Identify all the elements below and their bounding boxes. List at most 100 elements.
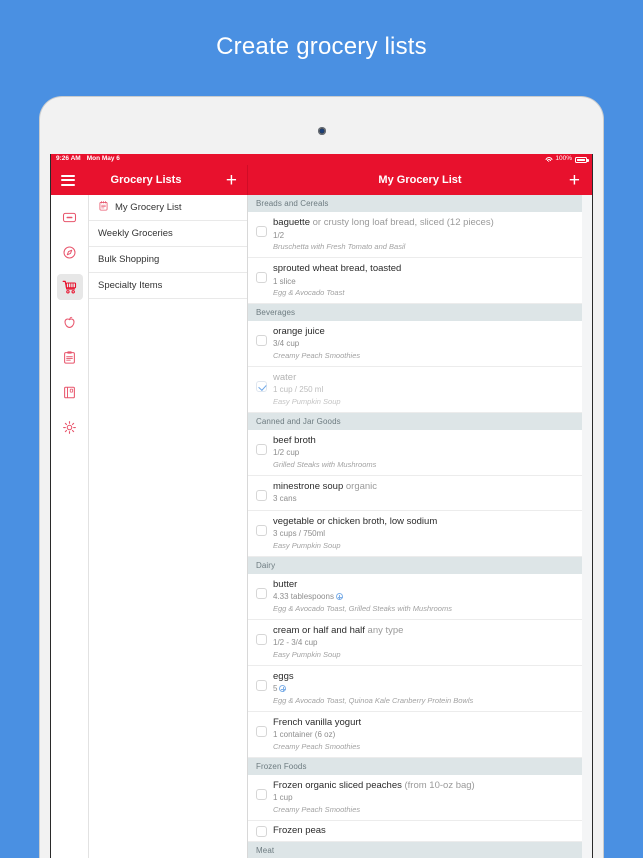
item-qualifier-text: or crusty long loaf bread, sliced (12 pi… [309,217,494,228]
grocery-item[interactable]: sprouted wheat bread, toasted 1 slice Egg … [248,258,592,304]
list-item-bulk-shopping[interactable]: Bulk Shopping [89,247,247,273]
grocery-item-text: cream or half and half any type 1/2 - 3/4… [273,625,584,660]
grocery-item[interactable]: vegetable or chicken broth, low sodium 3 … [248,511,592,557]
list-item-label: Weekly Groceries [98,228,173,239]
grocery-item-name: sprouted wheat bread, toasted [273,263,584,276]
quantity-text: 1/2 [273,230,285,240]
item-name-text: minestrone soup [273,480,344,492]
item-name-text: vegetable or chicken broth, low sodium [273,515,438,527]
grocery-list-panel[interactable]: Breads and Cereals baguette or crusty lon… [248,195,592,858]
add-quantity-icon[interactable] [335,593,343,601]
grocery-item-text: sprouted wheat bread, toasted 1 slice Egg … [273,263,584,298]
rail-item-clipboard-notes[interactable] [57,344,83,370]
item-qualifier-text: any type [364,624,404,636]
add-list-button[interactable]: + [226,171,237,190]
item-name-text: Frozen peas [273,824,326,836]
status-right-group: 100% [545,155,589,163]
checkbox-icon[interactable] [256,271,267,283]
grocery-item-recipe: Easy Pumpkin Soup [273,396,341,406]
grocery-item[interactable]: water 1 cup / 250 ml Easy Pumpkin Soup [248,367,592,413]
grocery-item-text: minestrone soup organic 3 cans [273,481,584,505]
lists-panel: My Grocery List Weekly Groceries Bulk Sh… [89,195,248,858]
grocery-item[interactable]: orange juice 3/4 cup Creamy Peach Smoothie… [248,321,592,367]
checkbox-icon[interactable] [256,725,267,737]
checkbox-icon[interactable] [256,679,267,691]
grocery-item[interactable]: Frozen peas [248,821,592,843]
checkbox-checked-icon[interactable] [256,380,267,392]
gear-icon [63,420,76,434]
grocery-item-name: orange juice [273,326,584,339]
grocery-item[interactable]: baguette or crusty long loaf bread, slic… [248,212,592,258]
add-item-button[interactable]: + [569,171,580,190]
section-header: Canned and Jar Goods [248,412,592,430]
grocery-item-recipe: Easy Pumpkin Soup [273,541,341,550]
list-item-weekly-groceries[interactable]: Weekly Groceries [89,221,247,247]
grocery-item[interactable]: minestrone soup organic 3 cans [248,476,592,511]
grocery-item-text: water 1 cup / 250 ml Easy Pumpkin Soup [273,372,584,407]
rail-item-coupon-card[interactable] [57,204,83,230]
quantity-text: 1 container (6 oz) [273,730,336,740]
checkbox-icon[interactable] [256,524,267,536]
quantity-text: 1 slice [273,276,296,286]
grocery-item-recipe: Egg & Avocado Toast, Grilled Steaks with… [273,603,452,613]
grocery-item-name: Frozen organic sliced peaches (from 10-o… [273,780,584,793]
page-title: Create grocery lists [216,33,427,60]
grocery-item-quantity: 1/2 - 3/4 cup [273,638,584,649]
recipe-book-icon [64,386,75,398]
tablet-frame: 9:26 AM Mon May 6 100% Grocery Lists + M… [40,97,603,858]
section-header: Beverages [248,303,592,321]
quantity-text: 3/4 cup [273,339,300,349]
grocery-item-recipe: Creamy Peach Smoothies [273,804,361,814]
list-item-my-grocery-list[interactable]: My Grocery List [89,195,247,221]
list-item-specialty-items[interactable]: Specialty Items [89,273,247,299]
battery-percent: 100% [555,155,572,163]
grocery-item-quantity: 1 cup / 250 ml [273,385,584,396]
quantity-text: 1/2 cup [273,448,300,458]
quantity-text: 3 cups / 750ml [273,529,326,539]
checkbox-icon[interactable] [256,334,267,346]
grocery-item[interactable]: cream or half and half any type 1/2 - 3/4… [248,620,592,666]
rail-item-settings[interactable] [57,414,83,440]
grocery-item[interactable]: butter 4.33 tablespoons Egg & Avocado Toas… [248,574,592,620]
checkbox-icon[interactable] [256,587,267,599]
grocery-item[interactable]: eggs 5 Egg & Avocado Toast, Quinoa Kale Cr… [248,666,592,712]
checkbox-icon[interactable] [256,489,267,501]
grocery-item-quantity: 1 slice [273,277,584,288]
grocery-item-recipe: Creamy Peach Smoothies [273,741,361,751]
quantity-text: 1 cup [273,793,293,803]
checkbox-icon[interactable] [256,788,267,800]
grocery-item[interactable]: beef broth 1/2 cup Grilled Steaks with Mus… [248,430,592,476]
rail-item-apple[interactable] [57,309,83,335]
coupon-card-icon [62,212,77,222]
grocery-item[interactable]: Frozen organic sliced peaches (from 10-o… [248,775,592,821]
item-name-text: Frozen organic sliced peaches [273,779,402,791]
scroll-gutter[interactable] [582,195,592,858]
grocery-item-name: water [273,372,584,385]
grocery-item-quantity: 3 cans [273,494,584,505]
grocery-item[interactable]: French vanilla yogurt 1 container (6 oz) C… [248,712,592,758]
grocery-item-text: orange juice 3/4 cup Creamy Peach Smoothie… [273,326,584,361]
checkbox-icon[interactable] [256,633,267,645]
quantity-text: 5 [273,684,278,694]
grocery-item-name: beef broth [273,435,584,448]
hamburger-menu-icon[interactable] [61,174,75,186]
rail-item-recipe-book[interactable] [57,379,83,405]
rail-item-shopping-cart[interactable] [56,274,83,300]
grocery-item-name: eggs [273,671,584,684]
grocery-item-recipe: Egg & Avocado Toast, Quinoa Kale Cranber… [273,695,474,705]
section-header: Dairy [248,556,592,574]
grocery-item-quantity: 1 container (6 oz) [273,730,584,741]
notepad-icon [98,200,109,215]
checkbox-icon[interactable] [256,443,267,455]
checkbox-icon[interactable] [256,226,267,237]
item-name-text: sprouted wheat bread, toasted [273,262,402,274]
grocery-item-name: minestrone soup organic [273,481,584,494]
grocery-item-quantity: 3 cups / 750ml [273,529,584,540]
section-header: Frozen Foods [248,757,592,775]
rail-item-compass[interactable] [57,239,83,265]
compass-icon [63,245,76,259]
checkbox-icon[interactable] [256,825,267,837]
add-quantity-icon[interactable] [279,685,287,693]
grocery-item-name: French vanilla yogurt [273,717,584,730]
tablet-screen: 9:26 AM Mon May 6 100% Grocery Lists + M… [50,154,593,858]
